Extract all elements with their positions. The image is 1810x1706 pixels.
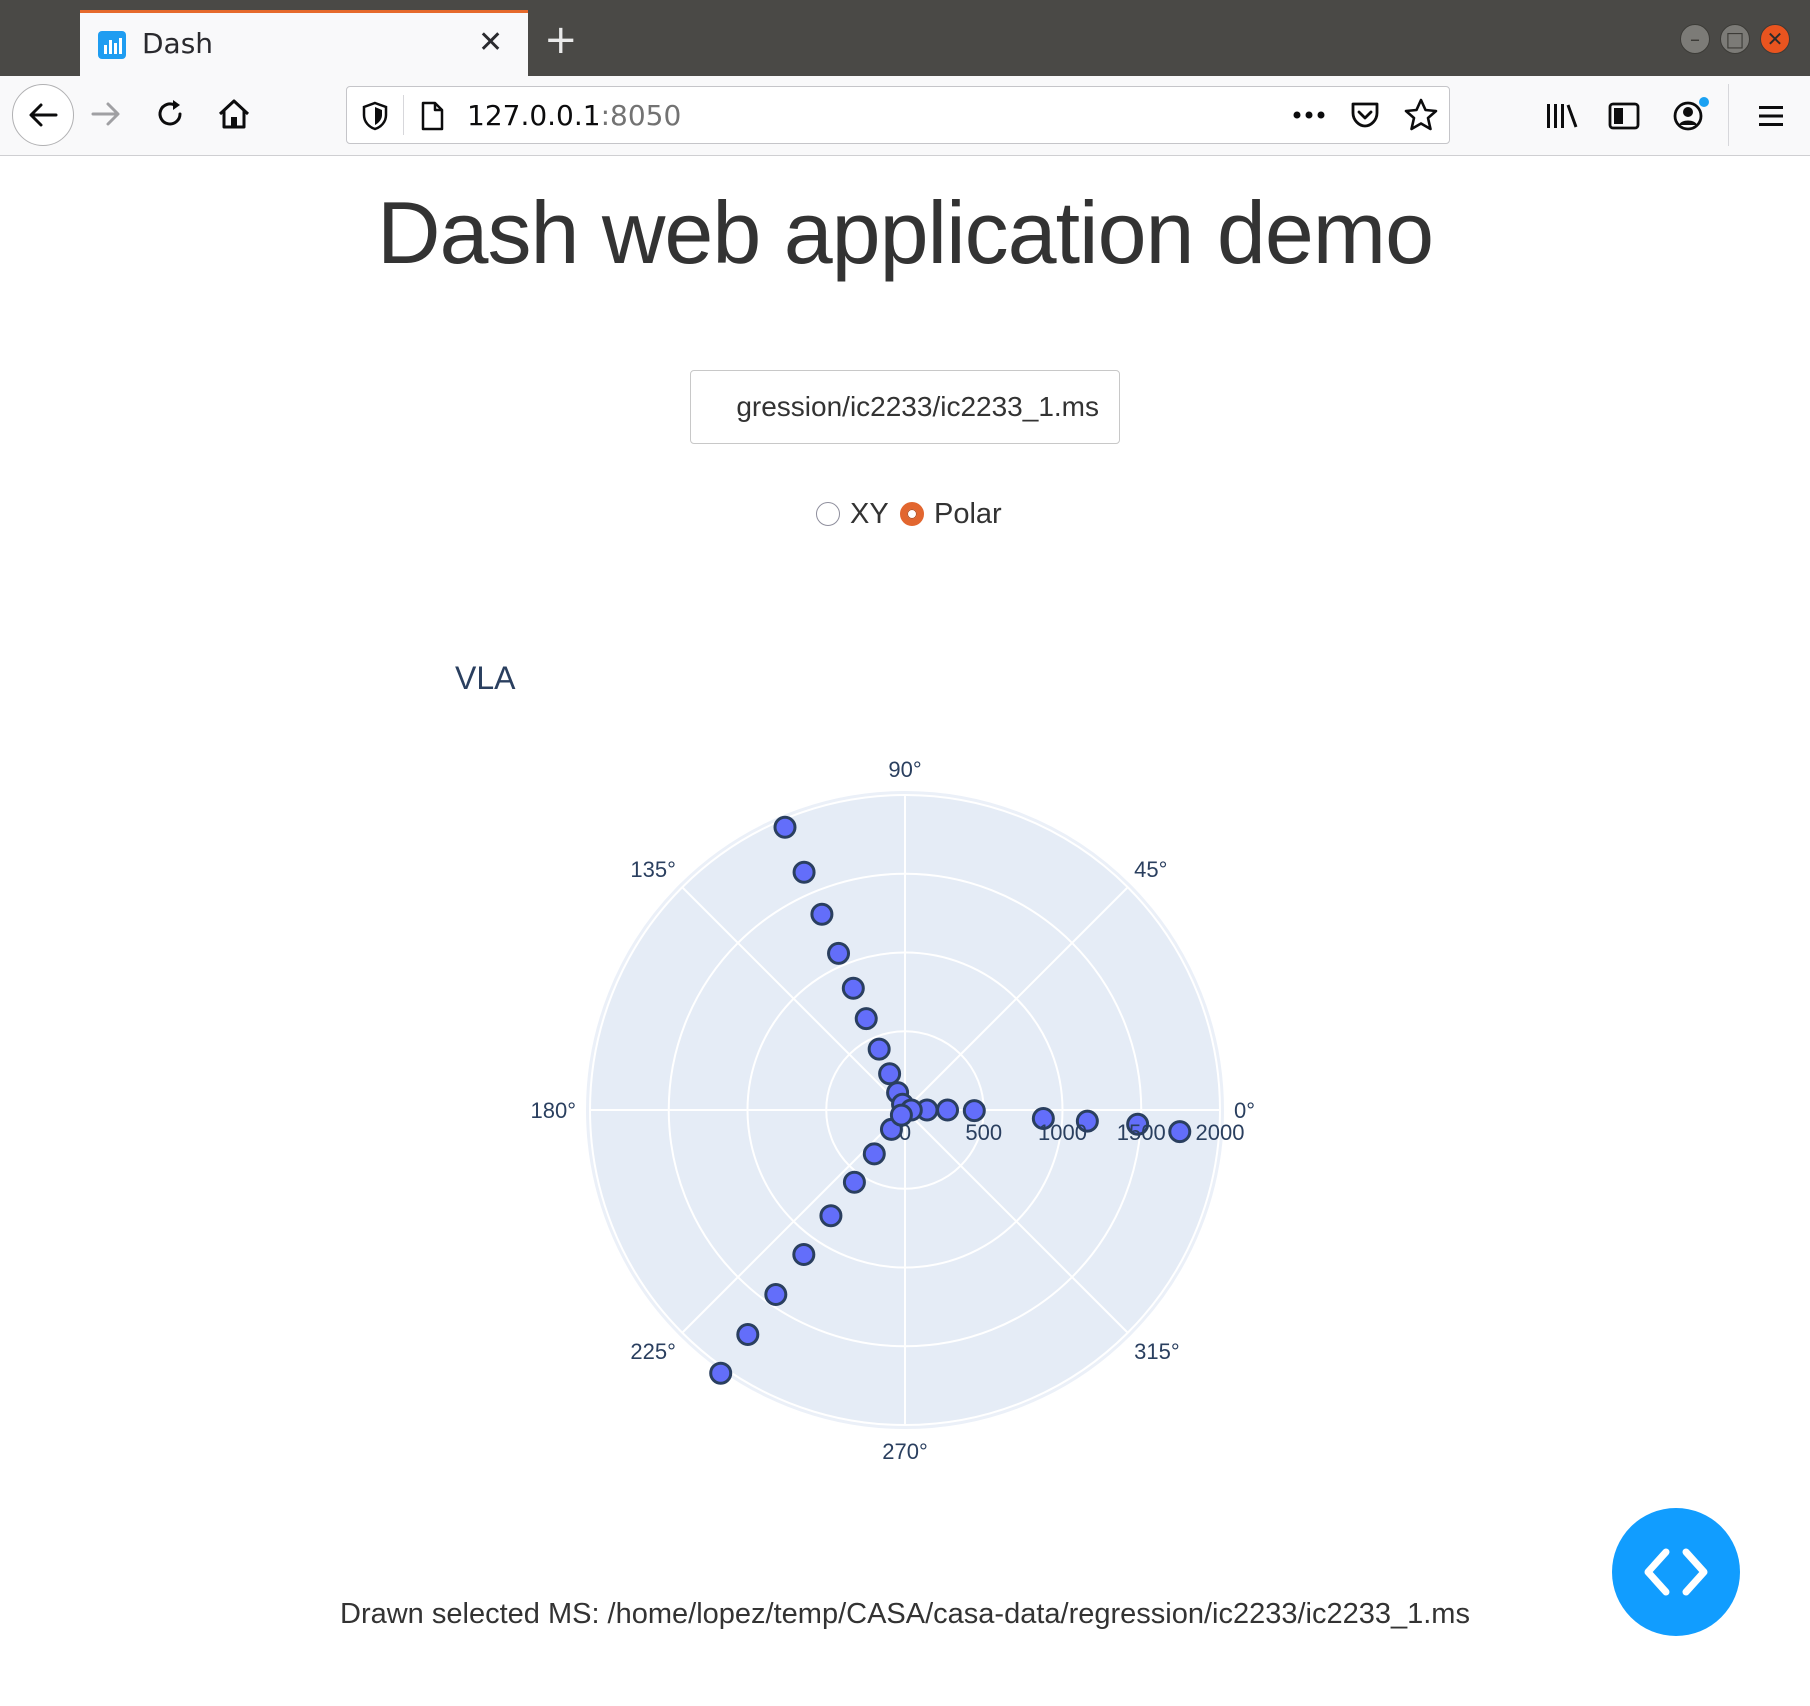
window-maximize-button[interactable]: □ xyxy=(1720,24,1750,54)
url-separator xyxy=(403,95,404,135)
radio-polar[interactable] xyxy=(900,502,924,526)
angular-tick-label: 45° xyxy=(1134,857,1167,882)
reload-icon xyxy=(158,100,182,126)
data-point[interactable] xyxy=(842,1170,866,1194)
shield-icon[interactable] xyxy=(361,101,389,131)
data-point[interactable] xyxy=(810,902,834,926)
window-close-button[interactable]: ✕ xyxy=(1760,24,1790,54)
angular-tick-label: 270° xyxy=(882,1439,928,1464)
data-point[interactable] xyxy=(792,1242,816,1266)
radio-polar-label[interactable]: Polar xyxy=(934,498,1002,531)
url-text[interactable]: 127.0.0.1:8050 xyxy=(467,99,681,132)
angular-tick-label: 90° xyxy=(888,757,921,782)
back-button[interactable] xyxy=(12,84,74,146)
angular-tick-label: 135° xyxy=(630,857,676,882)
toolbar-divider xyxy=(1728,84,1729,146)
window-minimize-button[interactable]: – xyxy=(1680,24,1710,54)
data-point[interactable] xyxy=(936,1098,960,1122)
dash-devtools-button[interactable] xyxy=(1612,1508,1740,1636)
reload-button[interactable] xyxy=(142,86,198,142)
data-point[interactable] xyxy=(792,860,816,884)
browser-nav-bar: 127.0.0.1:8050 xyxy=(0,76,1810,156)
radial-tick-label: 0 xyxy=(899,1120,911,1145)
tab-close-icon[interactable]: ✕ xyxy=(478,27,503,59)
angular-tick-label: 315° xyxy=(1134,1339,1180,1364)
radial-tick-label: 500 xyxy=(965,1120,1002,1145)
page-title: Dash web application demo xyxy=(376,183,1434,282)
data-point[interactable] xyxy=(709,1361,733,1385)
radial-tick-label: 2000 xyxy=(1196,1120,1245,1145)
browser-tab-dash[interactable]: Dash ✕ xyxy=(80,10,528,76)
forward-button[interactable] xyxy=(78,86,134,142)
chart-title: VLA xyxy=(455,660,516,696)
data-point[interactable] xyxy=(773,815,797,839)
tab-title: Dash xyxy=(142,27,214,60)
hamburger-menu-icon[interactable] xyxy=(1756,102,1786,130)
ms-path-input[interactable]: gression/ic2233/ic2233_1.ms xyxy=(690,370,1120,444)
data-point[interactable] xyxy=(827,941,851,965)
library-icon[interactable] xyxy=(1544,100,1580,132)
page-info-icon[interactable] xyxy=(419,101,445,131)
radio-xy[interactable] xyxy=(816,502,840,526)
angular-tick-label: 225° xyxy=(630,1339,676,1364)
data-point[interactable] xyxy=(862,1142,886,1166)
selected-ms-text: Drawn selected MS: /home/lopez/temp/CASA… xyxy=(340,1598,1470,1630)
pocket-icon[interactable] xyxy=(1349,99,1381,131)
home-icon xyxy=(218,99,250,129)
data-point[interactable] xyxy=(962,1099,986,1123)
polar-chart[interactable]: 0°45°90°135°180°225°270°315° 0 500 1000 150… xyxy=(500,740,1320,1480)
url-host: 127.0.0.1 xyxy=(467,99,601,132)
more-actions-icon[interactable] xyxy=(1291,105,1327,125)
bookmark-star-icon[interactable] xyxy=(1403,97,1439,133)
data-point[interactable] xyxy=(867,1037,891,1061)
back-arrow-icon xyxy=(29,103,58,127)
data-point[interactable] xyxy=(841,976,865,1000)
data-point[interactable] xyxy=(1168,1120,1192,1144)
data-point[interactable] xyxy=(819,1204,843,1228)
new-tab-icon[interactable]: + xyxy=(544,20,578,60)
data-point[interactable] xyxy=(878,1062,902,1086)
code-brackets-icon xyxy=(1644,1548,1708,1596)
radio-xy-label[interactable]: XY xyxy=(850,498,889,531)
account-icon[interactable] xyxy=(1670,96,1710,134)
radial-tick-label: 1500 xyxy=(1117,1120,1166,1145)
url-port: :8050 xyxy=(600,99,682,132)
home-button[interactable] xyxy=(206,86,262,142)
dash-favicon-icon xyxy=(98,31,126,59)
data-point[interactable] xyxy=(764,1282,788,1306)
browser-title-bar: Dash ✕ + – □ ✕ xyxy=(0,0,1810,76)
sidebar-icon[interactable] xyxy=(1608,100,1640,132)
radial-tick-label: 1000 xyxy=(1038,1120,1087,1145)
forward-arrow-icon xyxy=(91,102,120,126)
url-bar[interactable]: 127.0.0.1:8050 xyxy=(346,86,1450,144)
angular-tick-label: 180° xyxy=(530,1098,576,1123)
data-point[interactable] xyxy=(736,1322,760,1346)
data-point[interactable] xyxy=(854,1007,878,1031)
ms-path-input-value: gression/ic2233/ic2233_1.ms xyxy=(736,391,1099,422)
